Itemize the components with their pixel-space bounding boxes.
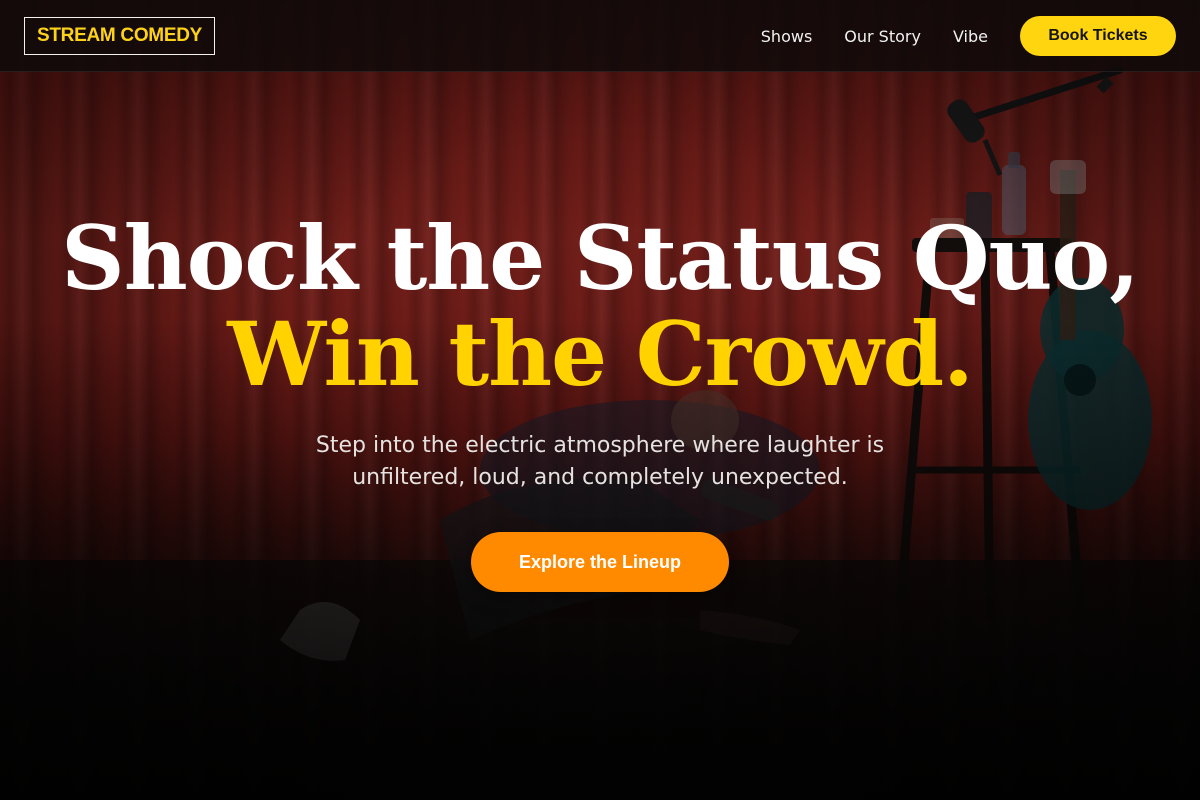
nav-link-vibe[interactable]: Vibe	[953, 27, 988, 46]
hero-subtext: Step into the electric atmosphere where …	[315, 433, 885, 490]
page: STREAM COMEDY Shows Our Story Vibe Book …	[0, 0, 1200, 800]
headline-line-2: Win the Crowd.	[227, 302, 974, 406]
hero-content: Shock the Status Quo, Win the Crowd. Ste…	[0, 210, 1200, 592]
nav-links: Shows Our Story Vibe	[761, 0, 988, 72]
explore-lineup-button[interactable]: Explore the Lineup	[471, 532, 729, 592]
nav-link-shows[interactable]: Shows	[761, 27, 813, 46]
site-logo[interactable]: STREAM COMEDY	[24, 17, 215, 55]
hero-headline: Shock the Status Quo, Win the Crowd.	[0, 210, 1200, 402]
book-tickets-button[interactable]: Book Tickets	[1020, 16, 1176, 56]
headline-line-1: Shock the Status Quo,	[61, 206, 1140, 310]
nav-link-our-story[interactable]: Our Story	[844, 27, 921, 46]
navbar: STREAM COMEDY Shows Our Story Vibe Book …	[0, 0, 1200, 72]
